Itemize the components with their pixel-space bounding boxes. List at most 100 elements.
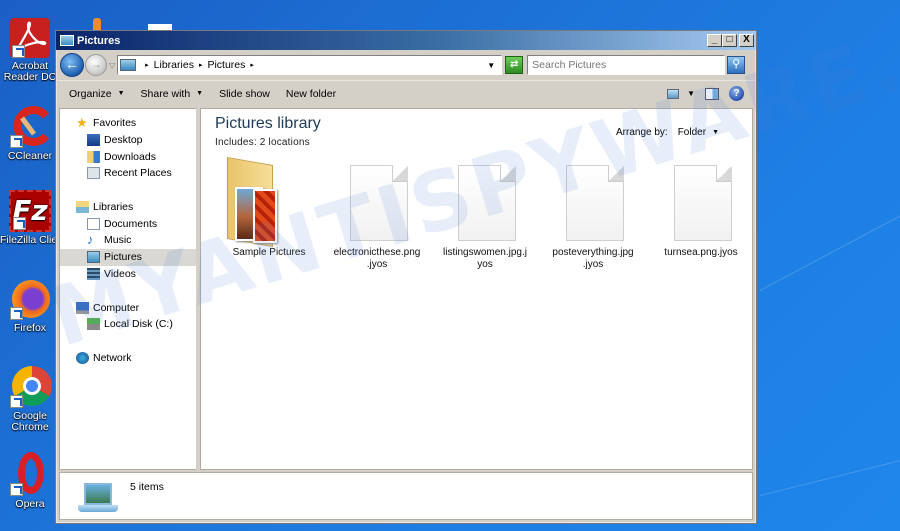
share-with-label: Share with: [140, 87, 191, 100]
nav-libraries[interactable]: Libraries: [60, 199, 196, 216]
change-view-icon[interactable]: [667, 88, 680, 99]
file-item[interactable]: electronicthese.png .jyos: [323, 161, 431, 271]
hidden-desktop-icon: [93, 18, 101, 30]
wallpaper-streak: [759, 196, 900, 291]
address-bar[interactable]: ▸ Libraries ▸ Pictures ▸ ▼: [117, 55, 503, 75]
address-history-dropdown[interactable]: ▼: [487, 61, 495, 70]
ccleaner-icon: [8, 104, 52, 148]
maximize-button[interactable]: □: [722, 34, 737, 47]
organize-label: Organize: [69, 87, 112, 100]
generic-file-icon: [647, 161, 752, 247]
forward-button[interactable]: →: [85, 54, 107, 76]
chevron-down-icon: ▼: [712, 129, 719, 136]
file-name-cont: .jyos: [366, 259, 388, 270]
file-item[interactable]: posteverything.jpg .jyos: [539, 161, 647, 271]
arrange-by-label: Arrange by:: [616, 127, 668, 138]
file-name: turnsea.png.jyos: [664, 247, 738, 258]
help-icon[interactable]: ?: [729, 86, 744, 101]
shortcut-arrow-icon: [10, 483, 23, 496]
videos-icon: [87, 267, 100, 280]
documents-icon: [87, 217, 100, 230]
shortcut-arrow-icon: [12, 45, 25, 58]
slide-show-button[interactable]: Slide show: [219, 88, 270, 100]
window-title: Pictures: [77, 34, 121, 47]
opera-icon: [8, 452, 52, 496]
desktop-icon-chrome[interactable]: Google Chrome: [0, 364, 60, 433]
file-name: posteverything.jpg: [552, 247, 634, 258]
command-bar: Organize ▼ Share with ▼ Slide show New f…: [56, 80, 756, 106]
nav-downloads[interactable]: Downloads: [60, 148, 196, 165]
file-item[interactable]: turnsea.png.jyos: [647, 161, 752, 271]
generic-file-icon: [323, 161, 431, 247]
view-options-dropdown[interactable]: ▼: [687, 89, 695, 98]
chevron-down-icon: ▼: [117, 90, 125, 97]
nav-recent-places[interactable]: Recent Places: [60, 165, 196, 182]
nav-music[interactable]: ♪ Music: [60, 232, 196, 249]
nav-computer[interactable]: Computer: [60, 299, 196, 316]
nav-desktop[interactable]: Desktop: [60, 132, 196, 149]
acrobat-icon: [10, 18, 50, 58]
breadcrumb-pictures[interactable]: Pictures: [207, 59, 245, 71]
filezilla-icon: Fz: [9, 190, 51, 232]
recent-pages-dropdown[interactable]: ▽: [109, 61, 115, 70]
network-icon: [76, 351, 89, 364]
desktop-icon-firefox[interactable]: Firefox: [0, 276, 60, 334]
library-laptop-icon: [78, 483, 118, 515]
shortcut-arrow-icon: [13, 217, 26, 230]
computer-icon: [76, 301, 89, 314]
share-with-menu[interactable]: Share with ▼: [141, 88, 204, 100]
nav-network[interactable]: Network: [60, 350, 196, 367]
nav-label: Music: [104, 234, 132, 247]
nav-videos[interactable]: Videos: [60, 266, 196, 283]
organize-menu[interactable]: Organize ▼: [69, 88, 125, 100]
nav-label: Recent Places: [104, 167, 172, 180]
nav-label: Desktop: [104, 134, 143, 147]
file-name: listingswomen.jpg.j: [443, 247, 527, 258]
file-item[interactable]: listingswomen.jpg.j yos: [431, 161, 539, 271]
file-item-folder[interactable]: Sample Pictures: [215, 156, 323, 271]
refresh-button[interactable]: ⇄: [505, 56, 524, 74]
generic-file-icon: [539, 161, 647, 247]
recent-places-icon: [87, 167, 100, 180]
library-locations-link[interactable]: Includes: 2 locations: [215, 137, 310, 148]
nav-favorites[interactable]: ★ Favorites: [60, 115, 196, 132]
breadcrumb-separator[interactable]: ▸: [145, 61, 149, 69]
pictures-location-icon: [120, 59, 137, 71]
preview-pane-icon[interactable]: [705, 87, 719, 100]
nav-label: Libraries: [93, 201, 134, 214]
nav-label: Pictures: [104, 251, 142, 264]
details-pane: 5 items: [59, 472, 753, 520]
nav-label: Videos: [104, 267, 136, 280]
arrange-by-control[interactable]: Arrange by: Folder ▼: [616, 127, 719, 138]
shortcut-arrow-icon: [10, 307, 23, 320]
breadcrumb-libraries[interactable]: Libraries: [154, 59, 194, 71]
desktop-icon-filezilla[interactable]: Fz FileZilla Client: [0, 190, 60, 246]
desktop-icon-ccleaner[interactable]: CCleaner: [0, 104, 60, 162]
desktop-icon-label: Google Chrome: [11, 410, 49, 433]
minimize-button[interactable]: _: [707, 34, 722, 47]
item-count: 5 items: [130, 481, 164, 493]
breadcrumb-separator[interactable]: ▸: [250, 61, 254, 69]
nav-label: Favorites: [93, 117, 137, 130]
file-name-cont: .jyos: [582, 259, 604, 270]
search-input[interactable]: [527, 55, 726, 75]
desktop-icon-opera[interactable]: Opera: [0, 452, 60, 510]
file-name: electronicthese.png: [333, 247, 421, 258]
desktop-icon-acrobat[interactable]: Acrobat Reader DC: [0, 18, 60, 83]
title-bar[interactable]: Pictures _ □ X: [56, 31, 756, 50]
desktop-icon-label: Opera: [15, 498, 45, 510]
back-button[interactable]: ←: [60, 53, 84, 77]
shortcut-arrow-icon: [10, 135, 23, 148]
close-button[interactable]: X: [739, 34, 754, 47]
arrange-by-value: Folder: [677, 127, 707, 138]
breadcrumb-separator[interactable]: ▸: [199, 61, 203, 69]
file-grid: Sample Pictures electronicthese.png .jyo…: [215, 156, 752, 271]
desktop-icon: [87, 134, 100, 147]
file-name: Sample Pictures: [232, 247, 306, 258]
nav-documents[interactable]: Documents: [60, 215, 196, 232]
nav-local-disk[interactable]: Local Disk (C:): [60, 316, 196, 333]
new-folder-button[interactable]: New folder: [286, 88, 336, 100]
shortcut-arrow-icon: [10, 395, 23, 408]
search-icon[interactable]: ⚲: [727, 56, 746, 74]
nav-pictures[interactable]: Pictures: [60, 248, 196, 266]
